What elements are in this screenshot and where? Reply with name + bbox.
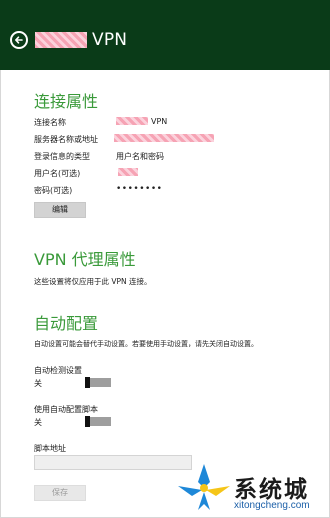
auto-detect-state: 关 — [34, 379, 42, 388]
connection-name-label: 连接名称 — [34, 118, 66, 127]
password-value: •••••••• — [116, 184, 163, 194]
password-label: 密码(可选) — [34, 186, 73, 195]
use-script-state: 关 — [34, 418, 42, 427]
sign-in-type-value: 用户名和密码 — [116, 152, 164, 161]
auto-detect-toggle-thumb — [85, 377, 90, 388]
edit-button[interactable]: 编辑 — [34, 202, 86, 218]
auto-detect-label: 自动检测设置 — [34, 366, 82, 375]
proxy-description: 这些设置将仅应用于此 VPN 连接。 — [34, 277, 152, 286]
proxy-properties-title: VPN 代理属性 — [34, 250, 136, 269]
auto-config-description: 自动设置可能会替代手动设置。若要使用手动设置，请先关闭自动设置。 — [34, 340, 258, 348]
use-script-label: 使用自动配置脚本 — [34, 405, 98, 414]
server-address-redacted-value — [114, 134, 214, 142]
connection-name-value: VPN — [151, 117, 168, 126]
back-button[interactable] — [10, 31, 28, 49]
script-address-label: 脚本地址 — [34, 444, 66, 453]
watermark-site: xitongcheng.com — [234, 500, 310, 511]
watermark-brand: 系统城 — [234, 477, 309, 503]
auto-config-title: 自动配置 — [34, 314, 99, 333]
connection-properties-title: 连接属性 — [34, 92, 99, 111]
auto-detect-toggle[interactable] — [85, 377, 111, 388]
back-arrow-icon — [15, 36, 23, 44]
connection-name-redacted — [35, 32, 87, 48]
script-address-input[interactable] — [34, 455, 192, 470]
username-redacted-value — [118, 168, 138, 176]
use-script-toggle[interactable] — [85, 416, 111, 427]
header-bar: VPN — [0, 0, 330, 70]
watermark: 系统城 xitongcheng.com — [176, 462, 326, 514]
server-address-label: 服务器名称或地址 — [34, 135, 98, 144]
watermark-logo-icon — [178, 464, 230, 510]
connection-name-redacted-value — [116, 117, 148, 125]
sign-in-type-label: 登录信息的类型 — [34, 152, 90, 161]
use-script-toggle-thumb — [85, 416, 90, 427]
username-label: 用户名(可选) — [34, 169, 81, 178]
save-button[interactable]: 保存 — [34, 485, 86, 501]
page-title: VPN — [92, 30, 128, 50]
